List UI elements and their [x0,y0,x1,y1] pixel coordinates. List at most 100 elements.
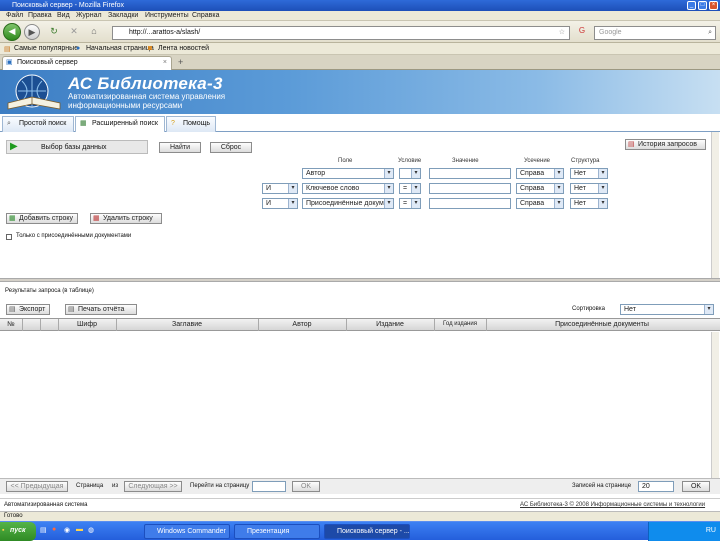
pager-bar: << Предыдущая Страница из Следующая >> П… [0,478,720,494]
goto-page-button[interactable]: OK [292,481,320,492]
condition-select-3[interactable]: = [399,198,421,209]
menu-tools[interactable]: Инструменты [145,12,189,19]
attached-only-checkbox[interactable] [6,234,12,240]
database-selector[interactable]: ▶ Выбор базы данных [6,140,148,154]
tab-simple-search[interactable]: ⌕ Простой поиск [2,116,74,132]
export-icon: ▤ [9,306,16,313]
bookmark-news-feed[interactable]: Лента новостей [158,45,209,52]
sort-label: Сортировка [572,306,605,312]
structure-select-2[interactable]: Нет [570,183,608,194]
column-edition[interactable]: Издание [347,321,433,328]
menu-history[interactable]: Журнал [76,12,102,19]
value-input-1[interactable] [429,168,511,179]
rows-per-page-input[interactable]: 20 [638,481,674,492]
find-button[interactable]: Найти [159,142,201,153]
sort-select[interactable]: Нет [620,304,714,315]
close-button[interactable]: × [709,1,718,10]
column-title[interactable]: Заглавие [117,321,257,328]
prev-page-button[interactable]: << Предыдущая [6,481,68,492]
query-history-button[interactable]: ▤ История запросов [625,139,706,150]
bookmark-most-visited[interactable]: Самые популярные [14,45,78,52]
field-select-3[interactable]: Присоединённые документы [302,198,394,209]
advanced-search-panel: ▶ Выбор базы данных Найти Сброс ▤ Истори… [0,132,720,278]
truncation-select-3[interactable]: Справа [516,198,564,209]
condition-select-2[interactable]: = [399,183,421,194]
field-select-2[interactable]: Ключевое слово [302,183,394,194]
truncation-select-2[interactable]: Справа [516,183,564,194]
navigation-bar: ◀ ▶ ↻ ✕ ⌂ http://...arattos-a/slash/☆ G … [0,21,720,43]
remove-row-button[interactable]: ▦ Удалить строку [90,213,162,224]
menu-bookmarks[interactable]: Закладки [108,12,138,19]
maximize-button[interactable]: □ [698,1,707,10]
menu-edit[interactable]: Правка [28,12,52,19]
attached-only-label: Только с присоединёнными документами [16,233,132,239]
export-button[interactable]: ▤ Экспорт [6,304,50,315]
browser-tab-strip: ▣ Поисковый сервер × + [0,55,720,70]
header-field: Поле [338,158,353,164]
logic-select-3[interactable]: И [262,198,298,209]
remove-row-icon: ▦ [93,215,100,222]
search-input[interactable]: Google ⌕ [594,26,716,40]
column-year[interactable]: Год издания [435,321,485,327]
language-indicator[interactable]: RU [706,527,716,534]
tab-help[interactable]: ? Помощь [166,116,216,132]
play-icon: ▶ [10,141,18,152]
search-icon[interactable]: ⌕ [708,27,712,39]
stop-icon[interactable]: ✕ [66,24,82,40]
logic-select-2[interactable]: И [262,183,298,194]
next-page-button[interactable]: Следующая >> [124,481,182,492]
column-attached-docs[interactable]: Присоединённые документы [487,321,717,328]
task-search-server[interactable]: Поисковый сервер - ... [324,524,410,539]
copyright-link[interactable]: АС Библиотека-3 © 2008 Информационные си… [520,502,705,508]
condition-select-1[interactable] [399,168,421,179]
address-bar[interactable]: http://...arattos-a/slash/ ☆ [112,26,570,40]
goto-page-input[interactable] [252,481,286,492]
start-button[interactable]: ▪ пуск [0,522,36,541]
value-input-2[interactable] [429,183,511,194]
results-grid-header: № Шифр Заглавие Автор Издание Год издани… [0,318,720,331]
star-icon[interactable]: ☆ [559,27,565,39]
library-logo-icon [7,74,61,110]
menu-help[interactable]: Справка [192,12,219,19]
field-select-1[interactable]: Автор [302,168,394,179]
browser-tab[interactable]: ▣ Поисковый сервер × [2,56,172,70]
back-button[interactable]: ◀ [3,23,21,41]
menu-view[interactable]: Вид [57,12,70,19]
opera-icon[interactable]: ● [52,526,56,533]
header-structure: Структура [571,158,600,164]
bookmark-start-page[interactable]: Начальная страница [86,45,154,52]
minimize-button[interactable]: _ [687,1,696,10]
menu-file[interactable]: Файл [6,12,23,19]
history-icon: ▤ [628,141,635,148]
system-tray: RU [648,522,720,541]
value-input-3[interactable] [429,198,511,209]
add-row-button[interactable]: ▦ Добавить строку [6,213,78,224]
reload-icon[interactable]: ↻ [46,24,62,40]
url-text: http://...arattos-a/slash/ [129,29,201,36]
explorer-icon[interactable]: ◉ [64,526,70,534]
results-scrollbar[interactable] [711,332,719,478]
task-commander[interactable]: Windows Commander [144,524,230,539]
structure-select-1[interactable]: Нет [570,168,608,179]
task-presentation[interactable]: Презентация [234,524,320,539]
home-icon[interactable]: ⌂ [86,24,102,40]
tab-close-icon[interactable]: × [163,57,167,69]
quick-launch-icon[interactable]: ▤ [40,526,47,534]
forward-button[interactable]: ▶ [24,24,40,40]
results-panel: Результаты запроса (в таблице) ▤ Экспорт… [0,282,720,478]
print-report-button[interactable]: ▤ Печать отчёта [65,304,137,315]
column-number[interactable]: № [2,321,20,328]
printer-icon: ▤ [68,306,75,313]
structure-select-3[interactable]: Нет [570,198,608,209]
new-tab-button[interactable]: + [178,57,183,67]
header-truncation: Усечение [524,158,551,164]
folder-icon[interactable]: ▬ [76,526,83,533]
truncation-select-1[interactable]: Справа [516,168,564,179]
reset-button[interactable]: Сброс [210,142,252,153]
search-panel-scrollbar[interactable] [711,132,719,278]
firefox-taskbar-icon[interactable]: ◍ [88,526,94,534]
rows-per-page-button[interactable]: OK [682,481,710,492]
tab-advanced-search[interactable]: ▦ Расширенный поиск [75,116,165,133]
column-author[interactable]: Автор [259,321,345,328]
column-code[interactable]: Шифр [59,321,115,328]
